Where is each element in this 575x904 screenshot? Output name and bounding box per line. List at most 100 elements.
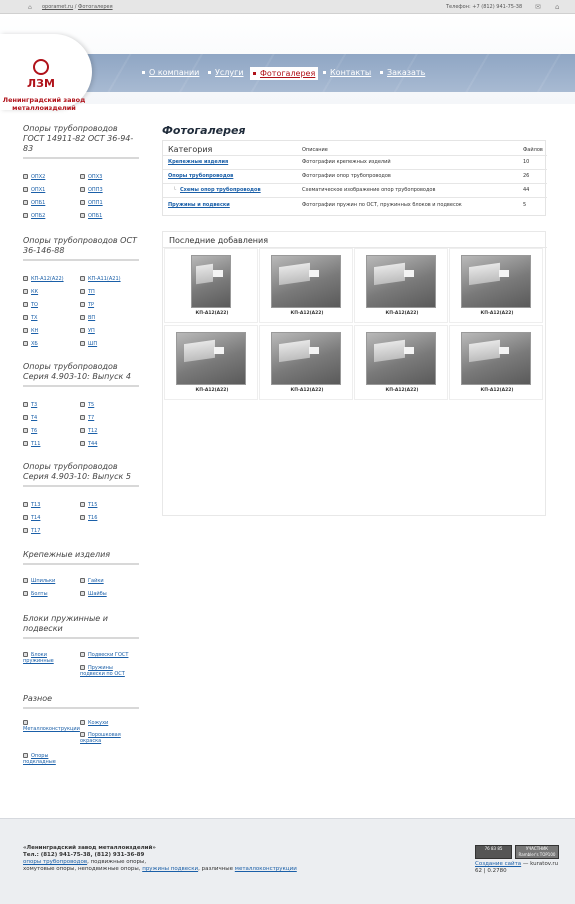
sidebar-item[interactable]: ОПП1: [80, 200, 103, 206]
footer-info: «Ленинградский завод металлоизделий» Тел…: [23, 845, 297, 872]
sidebar-item[interactable]: Болты: [23, 591, 48, 597]
sidebar-item[interactable]: ОПХ1: [23, 187, 45, 193]
sidebar-item[interactable]: Опоры подкладные: [23, 753, 75, 765]
nav-item-about[interactable]: О компании: [142, 68, 199, 77]
nav-item-contacts[interactable]: Контакты: [323, 68, 371, 77]
logo[interactable]: ЛЗМ Ленинградский завод металлоизделий: [0, 34, 92, 112]
sidebar-item[interactable]: КН: [23, 328, 38, 334]
category-link[interactable]: Крепежные изделия: [168, 159, 228, 165]
breadcrumb: oporamet.ru / Фотогалерея: [42, 4, 113, 10]
sidebar-item[interactable]: Блоки пружинные: [23, 652, 75, 664]
gallery-thumbnail[interactable]: [366, 332, 436, 385]
gallery-item[interactable]: КП-А12(А22): [354, 325, 448, 400]
credit-link[interactable]: Создание сайта: [475, 861, 521, 867]
sidebar-item[interactable]: Т16: [80, 515, 97, 521]
phone-number: Телефон: +7 (812) 941-75-38: [446, 4, 523, 10]
gallery-thumbnail[interactable]: [271, 255, 341, 308]
sidebar-item[interactable]: КК: [23, 289, 38, 295]
nav-item-order[interactable]: Заказать: [380, 68, 425, 77]
gallery-caption: КП-А12(А22): [480, 311, 514, 316]
sidebar-item[interactable]: Т5: [80, 402, 94, 408]
sitemap-icon[interactable]: ⌂: [555, 3, 559, 11]
gallery-item[interactable]: КП-А12(А22): [449, 248, 543, 323]
liveinternet-counter[interactable]: 76 83 85: [475, 845, 512, 859]
sidebar-item[interactable]: КП-А12(А22): [23, 276, 64, 282]
sidebar-section-title: Опоры трубопроводов ГОСТ 14911-82 ОСТ 36…: [23, 124, 134, 153]
gallery-thumbnail[interactable]: [191, 255, 231, 308]
sidebar-item[interactable]: ОПП3: [80, 187, 103, 193]
logo-name: Ленинградский завод металлоизделий: [2, 96, 86, 112]
sidebar-item[interactable]: ОПХ3: [80, 174, 102, 180]
sidebar-item[interactable]: ВП: [80, 315, 95, 321]
footer-link-springs[interactable]: пружины подвески: [142, 866, 198, 872]
gallery-thumbnail[interactable]: [461, 255, 531, 308]
sidebar-item[interactable]: ШП: [80, 341, 97, 347]
sidebar-item[interactable]: Т4: [23, 415, 37, 421]
header: ЛЗМ Ленинградский завод металлоизделий О…: [0, 14, 575, 112]
gallery-thumbnail[interactable]: [461, 332, 531, 385]
gallery-caption: КП-А12(А22): [195, 311, 229, 316]
sidebar-item[interactable]: Порошковая окраска: [80, 732, 132, 744]
nav-item-gallery[interactable]: Фотогалерея: [250, 67, 319, 80]
sidebar-item[interactable]: КП-А11(А21): [80, 276, 121, 282]
sidebar-item[interactable]: Подвески ГОСТ: [80, 652, 132, 658]
sidebar-item[interactable]: Т17: [23, 528, 40, 534]
sidebar-item[interactable]: Шайбы: [80, 591, 107, 597]
sidebar-item[interactable]: УП: [80, 328, 95, 334]
category-table: Категория Описание Файлов Крепежные изде…: [162, 140, 547, 216]
sidebar-item[interactable]: Кожухи: [80, 720, 132, 726]
logo-mark-text: ЛЗМ: [27, 77, 55, 90]
sidebar-item[interactable]: Т11: [23, 441, 40, 447]
sidebar-item[interactable]: ТХ: [23, 315, 37, 321]
mail-icon[interactable]: ✉: [535, 3, 541, 11]
sidebar-item[interactable]: ТО: [23, 302, 38, 308]
footer-link-pipe-supports[interactable]: опоры трубопроводов: [23, 859, 87, 865]
sidebar-item[interactable]: ТП: [80, 289, 95, 295]
gallery-item[interactable]: КП-А12(А22): [354, 248, 448, 323]
footer-link-metal[interactable]: металлоконструкции: [235, 866, 297, 872]
sidebar-section-ost: Опоры трубопроводов ОСТ 36-146-88: [23, 236, 139, 261]
gallery-item[interactable]: КП-А12(А22): [164, 325, 258, 400]
sidebar-item[interactable]: Т14: [23, 515, 40, 521]
sidebar-item[interactable]: Т12: [80, 428, 97, 434]
logo-mark-icon: ЛЗМ: [27, 59, 55, 90]
page-title: Фотогалерея: [162, 124, 246, 137]
sidebar-item[interactable]: ОПХ2: [23, 174, 45, 180]
gallery-thumbnail[interactable]: [366, 255, 436, 308]
rambler-top100-counter[interactable]: УЧАСТНИК Rambler's TOP100: [515, 845, 559, 859]
sidebar-item[interactable]: Т3: [23, 402, 37, 408]
breadcrumb-current[interactable]: Фотогалерея: [78, 4, 113, 10]
sidebar-section-title: Опоры трубопроводов Серия 4.903-10: Выпу…: [23, 362, 131, 381]
sidebar-item[interactable]: ОПБ2: [23, 213, 45, 219]
sidebar-item[interactable]: Т44: [80, 441, 97, 447]
footer: «Ленинградский завод металлоизделий» Тел…: [0, 818, 575, 904]
sidebar-item[interactable]: Шпильки: [23, 578, 55, 584]
sidebar-section-title: Опоры трубопроводов Серия 4.903-10: Выпу…: [23, 462, 131, 481]
sidebar-item[interactable]: Металлоконструкции: [23, 720, 80, 732]
gallery-thumbnail[interactable]: [271, 332, 341, 385]
sidebar-item[interactable]: ОПБ1: [23, 200, 45, 206]
gallery-item[interactable]: КП-А12(А22): [259, 248, 353, 323]
category-link[interactable]: Опоры трубопроводов: [168, 173, 233, 179]
sidebar-item[interactable]: Т7: [80, 415, 94, 421]
sidebar-item[interactable]: Т6: [23, 428, 37, 434]
sidebar-item[interactable]: Пружины подвески по ОСТ: [80, 665, 132, 677]
footer-phone: Тел.: (812) 941-75-38, (812) 931-36-89: [23, 852, 145, 858]
sidebar-item[interactable]: Т13: [23, 502, 40, 508]
gallery-thumbnail[interactable]: [176, 332, 246, 385]
gallery-item[interactable]: КП-А12(А22): [164, 248, 258, 323]
breadcrumb-home-link[interactable]: oporamet.ru: [42, 4, 73, 10]
gallery-item[interactable]: КП-А12(А22): [449, 325, 543, 400]
nav-item-services[interactable]: Услуги: [208, 68, 244, 77]
sidebar-item[interactable]: ХБ: [23, 341, 38, 347]
category-link[interactable]: Схемы опор трубопроводов: [180, 187, 261, 193]
sidebar-item[interactable]: Т15: [80, 502, 97, 508]
category-link[interactable]: Пружины и подвески: [168, 202, 230, 208]
sidebar-section-series-5: Опоры трубопроводов Серия 4.903-10: Выпу…: [23, 462, 139, 487]
gallery-item[interactable]: КП-А12(А22): [259, 325, 353, 400]
sidebar-item[interactable]: Гайки: [80, 578, 104, 584]
home-icon[interactable]: ⌂: [28, 4, 32, 11]
sidebar-item[interactable]: ОПБ1: [80, 213, 102, 219]
sidebar-item[interactable]: ТР: [80, 302, 94, 308]
footer-stats: 62 | 0.2780: [475, 868, 507, 874]
